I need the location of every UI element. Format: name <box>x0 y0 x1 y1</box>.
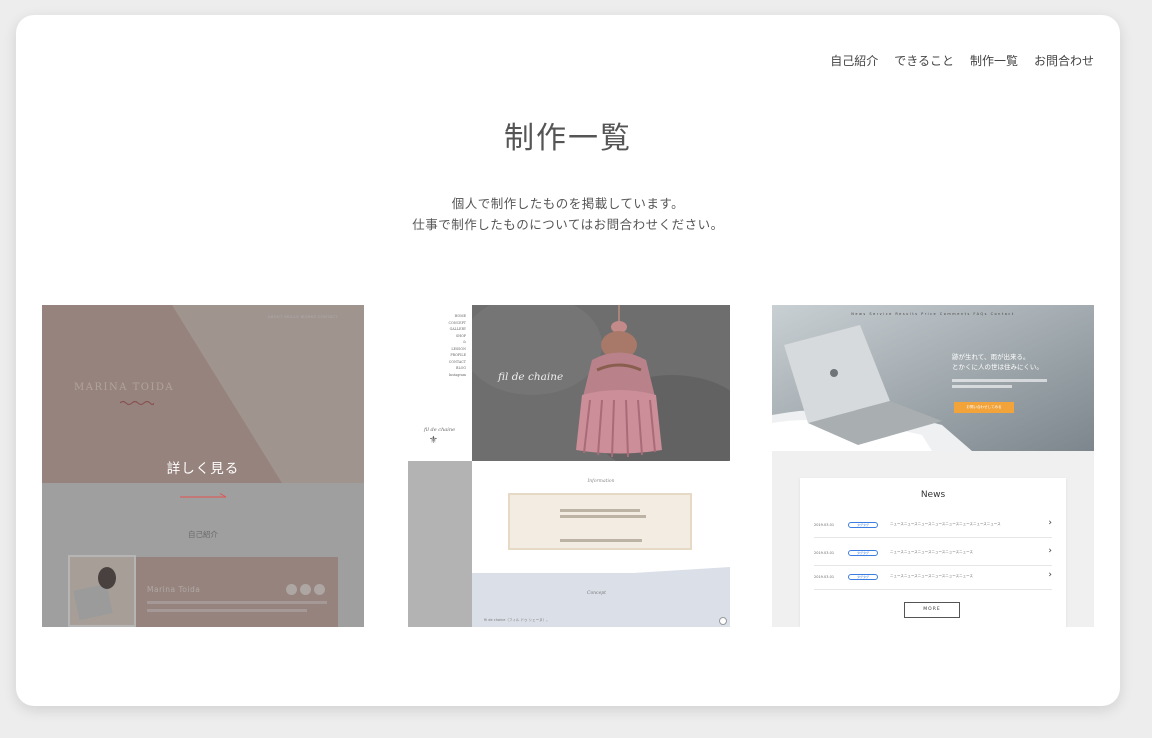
menu-item: GALLERY <box>449 327 466 331</box>
news-date: 2019.03.01 <box>814 523 835 527</box>
thumb-sidebar: HOME CONCEPT GALLERY SHOP & LESSON PROFI… <box>408 305 472 461</box>
news-title: News <box>920 490 946 500</box>
news-text: ニュースニュースニュースニュースニュースニュース <box>890 550 973 554</box>
fleur-de-lis-icon: ⚜ <box>429 435 438 446</box>
news-row: 2019.03.01 タグタグ ニュースニュースニュースニュースニュースニュース… <box>814 544 1052 566</box>
news-tag: タグタグ <box>848 574 878 580</box>
concept-section: Concept fil de chaine（フィル ドゥ シェーヌ）。 <box>472 573 730 627</box>
scroll-top-icon <box>719 617 727 625</box>
hero-copy-line-1: 跡が生れて、雨が出来る。 <box>952 353 1030 361</box>
information-heading: Information <box>587 479 615 484</box>
page-title: 制作一覧 <box>504 121 632 156</box>
news-row: 2019.03.01 タグタグ ニュースニュースニュースニュースニュースニュース… <box>814 568 1052 590</box>
view-details-label[interactable]: 詳しく見る <box>42 457 364 477</box>
chevron-right-icon: › <box>1048 518 1052 528</box>
works-page-card: 自己紹介 できること 制作一覧 お問合わせ 制作一覧 個人で制作したものを掲載し… <box>16 15 1120 706</box>
nav-about[interactable]: 自己紹介 <box>830 52 878 69</box>
news-tag: タグタグ <box>848 522 878 528</box>
lead-line-1: 個人で制作したものを掲載しています。 <box>451 196 685 211</box>
nav-skills[interactable]: できること <box>894 52 954 69</box>
thumb-menu: HOME CONCEPT GALLERY SHOP & LESSON PROFI… <box>449 313 466 378</box>
news-panel: News 2019.03.01 タグタグ ニュースニュースニュースニュースニュー… <box>800 478 1066 627</box>
lead-line-2: 仕事で制作したものについてはお問合わせください。 <box>412 217 724 232</box>
work-thumbnail-fil-de-chaine[interactable]: HOME CONCEPT GALLERY SHOP & LESSON PROFI… <box>408 305 730 627</box>
concept-text: fil de chaine（フィル ドゥ シェーヌ）。 <box>484 618 550 622</box>
laptop-hero: News Service Results Price Comments FAQs… <box>772 305 1094 451</box>
news-date: 2019.03.01 <box>814 551 835 555</box>
grey-column <box>408 461 472 627</box>
news-row: 2019.03.01 タグタグ ニュースニュースニュースニュースニュースニュース… <box>814 516 1052 538</box>
side-logo: fil de chaine <box>424 427 456 433</box>
chevron-right-icon: › <box>1048 546 1052 556</box>
nav-contact[interactable]: お問合わせ <box>1034 52 1094 69</box>
news-date: 2019.03.01 <box>814 575 835 579</box>
laptop-image <box>772 305 1094 451</box>
hero-copy: 跡が生れて、雨が出来る。 とかくに人の世は住みにくい。 <box>952 352 1043 372</box>
thumb-nav: News Service Results Price Comments FAQs… <box>851 312 1015 316</box>
work-thumbnail-laptop-lp[interactable]: News Service Results Price Comments FAQs… <box>772 305 1094 627</box>
page-lead: 個人で制作したものを掲載しています。 仕事で制作したものについてはお問合わせくだ… <box>16 193 1120 235</box>
news-tag: タグタグ <box>848 550 878 556</box>
news-text: ニュースニュースニュースニュースニュースニュースニュースニュース <box>890 522 1001 526</box>
chevron-right-icon: › <box>1048 570 1052 580</box>
work-thumbnail-marina[interactable]: ABOUT SKILLS WORKS CONTACT MARINA TOIDA … <box>42 305 364 627</box>
nav-works[interactable]: 制作一覧 <box>970 52 1018 69</box>
information-box <box>508 493 692 550</box>
menu-item: PROFILE <box>450 353 466 357</box>
more-button: MORE <box>904 602 960 618</box>
hero-text-line <box>952 385 1012 388</box>
hero-copy-line-2: とかくに人の世は住みにくい。 <box>952 363 1043 371</box>
news-text: ニュースニュースニュースニュースニュースニュース <box>890 574 973 578</box>
tassel-image <box>472 305 730 461</box>
hero-title: fil de chaine <box>498 371 564 383</box>
cta-button: お問い合わせしてみる <box>954 402 1014 413</box>
concept-heading: Concept <box>587 591 606 596</box>
hero-text-line <box>952 379 1047 382</box>
global-nav: 自己紹介 できること 制作一覧 お問合わせ <box>830 52 1094 69</box>
tassel-hero: fil de chaine <box>472 305 730 461</box>
arrow-right-icon <box>180 493 227 498</box>
menu-item: Instagram <box>448 372 466 377</box>
